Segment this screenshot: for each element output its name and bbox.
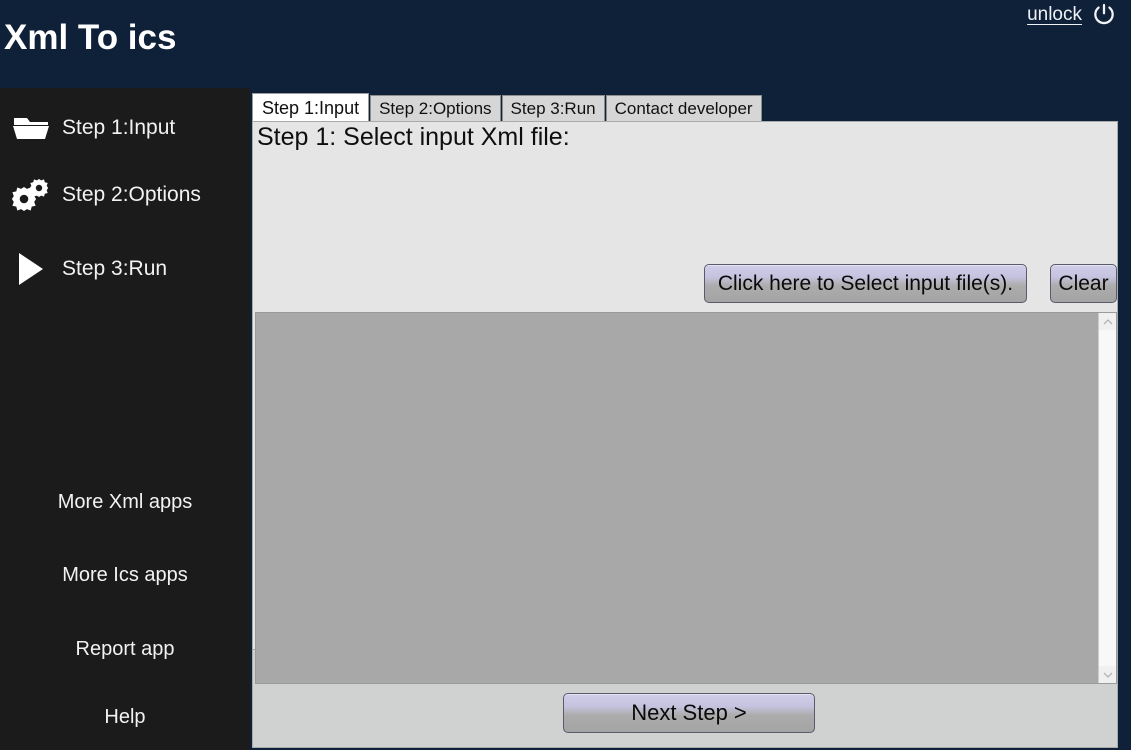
sidebar-item-label: Step 2:Options: [62, 183, 201, 206]
sidebar-item-label: Step 1:Input: [62, 116, 176, 139]
sidebar-item-step-2-options[interactable]: Step 2:Options: [0, 167, 250, 223]
power-icon[interactable]: [1091, 2, 1117, 28]
app-header: Xml To ics unlock: [0, 0, 1131, 88]
chevron-down-icon[interactable]: [1099, 666, 1116, 683]
sidebar-link-report-app[interactable]: Report app: [0, 638, 250, 661]
gears-icon: [0, 177, 62, 213]
file-list-scrollbar[interactable]: [1098, 313, 1116, 683]
sidebar-item-label: Step 3:Run: [62, 257, 168, 280]
tab-step-1-input[interactable]: Step 1:Input: [252, 93, 370, 122]
sidebar-item-step-1-input[interactable]: Step 1:Input: [0, 100, 250, 156]
tab-step-2-options[interactable]: Step 2:Options: [370, 95, 501, 122]
tab-step-3-run[interactable]: Step 3:Run: [501, 95, 605, 122]
unlock-link[interactable]: unlock: [1027, 5, 1082, 26]
tab-panel-step-1-input: Step 1: Select input Xml file: Click her…: [252, 121, 1118, 733]
clear-button[interactable]: Clear: [1050, 264, 1117, 303]
sidebar: Step 1:Input Step 2:Options Step 3:Run M…: [0, 88, 250, 750]
tab-contact-developer[interactable]: Contact developer: [605, 95, 762, 122]
file-list-items[interactable]: [256, 313, 1098, 683]
play-icon: [0, 251, 62, 287]
sidebar-link-help[interactable]: Help: [0, 706, 250, 729]
sidebar-link-more-xml-apps[interactable]: More Xml apps: [0, 491, 250, 514]
select-input-files-button[interactable]: Click here to Select input file(s).: [704, 264, 1027, 303]
next-step-button[interactable]: Next Step >: [563, 693, 815, 733]
page-title: Step 1: Select input Xml file:: [257, 123, 570, 151]
main-content: Step 1:Input Step 2:Options Step 3:Run C…: [250, 88, 1131, 750]
folder-icon: [0, 113, 62, 143]
file-list-box[interactable]: [255, 312, 1117, 684]
scrollbar-track[interactable]: [1099, 330, 1116, 666]
header-actions: unlock: [1027, 2, 1117, 28]
tab-bar: Step 1:Input Step 2:Options Step 3:Run C…: [252, 93, 763, 122]
sidebar-item-step-3-run[interactable]: Step 3:Run: [0, 241, 250, 297]
chevron-up-icon[interactable]: [1099, 313, 1116, 330]
sidebar-link-more-ics-apps[interactable]: More Ics apps: [0, 564, 250, 587]
app-title: Xml To ics: [4, 18, 177, 57]
